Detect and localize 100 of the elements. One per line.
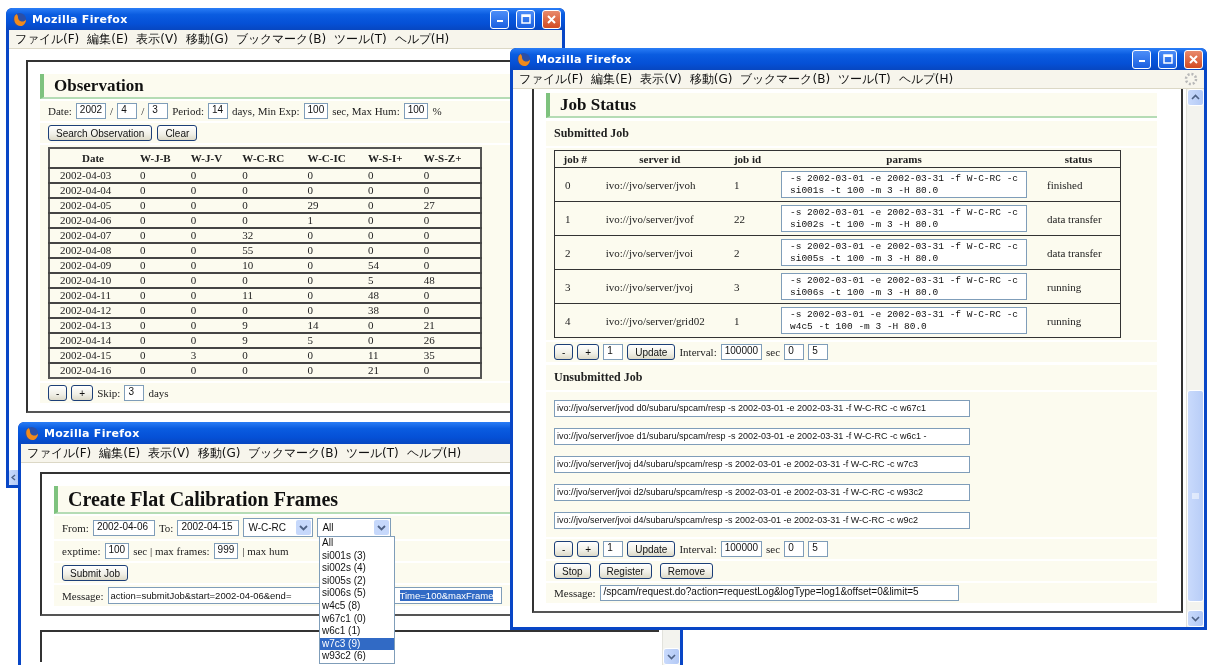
menu-item[interactable]: 編集(E) — [87, 30, 129, 48]
maximize-button[interactable] — [516, 9, 535, 29]
params-field[interactable]: -s 2002-03-01 -e 2002-03-31 -f W-C-RC -c si001s -t 100 -m 3 -H 80.0 — [781, 171, 1027, 198]
push-button[interactable]: Remove — [659, 563, 714, 579]
scroll-down-button[interactable] — [663, 648, 680, 665]
push-button[interactable]: Register — [598, 563, 652, 579]
input-field[interactable]: 100000 — [720, 344, 763, 360]
menu-item[interactable]: ツール(T) — [838, 70, 891, 88]
scroll-up-button[interactable] — [1187, 89, 1204, 106]
select-dropdown[interactable]: W-C-RC — [243, 518, 314, 537]
menu-item[interactable]: 移動(G) — [689, 70, 733, 88]
input-field[interactable]: 999 — [213, 543, 239, 559]
push-button[interactable]: + — [71, 385, 94, 401]
table-cell: ivo://jvo/server/jvoh — [605, 178, 696, 191]
menu-item[interactable]: ファイル(F) — [519, 70, 584, 88]
push-button[interactable]: Search Observation — [48, 125, 153, 141]
menu-item[interactable]: 編集(E) — [591, 70, 633, 88]
input-field[interactable]: 3 — [148, 103, 169, 119]
menu-item[interactable]: 表示(V) — [148, 444, 190, 462]
menu-item[interactable]: ヘルプ(H) — [394, 30, 450, 48]
table-cell: 1 — [303, 213, 364, 228]
push-button[interactable]: + — [577, 344, 600, 360]
dropdown-option[interactable]: All — [320, 537, 394, 550]
push-button[interactable]: Update — [627, 344, 676, 360]
job-command-field[interactable]: ivo://jvo/server/jvoi d4/subaru/spcam/resp -s 2002-03-01 -e 2002-03-31 -f W-C-RC -c w9c2 — [554, 512, 970, 529]
params-field[interactable]: -s 2002-03-01 -e 2002-03-31 -f W-C-RC -c w4c5 -t 100 -m 3 -H 80.0 — [781, 307, 1027, 334]
dropdown-option[interactable]: w93c2 (6) — [320, 650, 394, 663]
table-cell: 0 — [419, 168, 481, 183]
table-cell: 0 — [364, 243, 420, 258]
input-field[interactable]: 1 — [603, 541, 624, 557]
minimize-button[interactable] — [490, 9, 509, 29]
dropdown-option[interactable]: si005s (2) — [320, 574, 394, 588]
menu-item[interactable]: ヘルプ(H) — [898, 70, 954, 88]
table-cell: 0 — [364, 333, 420, 348]
close-button[interactable] — [1184, 49, 1203, 69]
select-dropdown[interactable]: All — [317, 518, 392, 537]
push-button[interactable]: Submit Job — [62, 565, 129, 581]
close-button[interactable] — [542, 9, 561, 29]
input-field[interactable]: 2002-04-06 — [92, 519, 155, 536]
table-cell: 0 — [303, 288, 364, 303]
input-field[interactable]: 2002 — [75, 103, 107, 119]
menu-item[interactable]: ブックマーク(B) — [236, 30, 327, 48]
menu-item[interactable]: 移動(G) — [197, 444, 241, 462]
input-field[interactable]: 3 — [124, 385, 145, 401]
table-cell: 0 — [186, 243, 239, 258]
input-field[interactable]: /spcam/request.do?action=requestLog&logType=log1&offset=0&limit=5 — [599, 585, 959, 601]
menu-item[interactable]: ファイル(F) — [15, 30, 80, 48]
input-field[interactable]: 100000 — [720, 541, 763, 557]
table-cell: 5 — [303, 333, 364, 348]
params-field[interactable]: -s 2002-03-01 -e 2002-03-31 -f W-C-RC -c si002s -t 100 -m 3 -H 80.0 — [781, 205, 1027, 232]
menu-item[interactable]: 表示(V) — [640, 70, 682, 88]
input-field[interactable]: 100 — [104, 543, 130, 559]
dropdown-option[interactable]: w7c3 (9) — [320, 637, 394, 651]
dropdown-option[interactable]: si006s (5) — [320, 587, 394, 600]
job-command-field[interactable]: ivo://jvo/server/jvoe d1/subaru/spcam/resp -s 2002-03-01 -e 2002-03-31 -f W-C-RC -c w6c1 - — [554, 428, 970, 445]
menu-item[interactable]: 移動(G) — [185, 30, 229, 48]
input-field[interactable]: 5 — [808, 344, 829, 360]
menu-item[interactable]: ツール(T) — [346, 444, 399, 462]
input-field[interactable]: 14 — [208, 103, 228, 119]
maximize-button[interactable] — [1158, 49, 1177, 69]
table-cell: 2002-04-14 — [49, 333, 136, 348]
dropdown-option[interactable]: si002s (4) — [320, 562, 394, 575]
dropdown-option[interactable]: si001s (3) — [320, 549, 394, 563]
column-header: W-S-I+ — [364, 148, 420, 168]
push-button[interactable]: Clear — [157, 125, 198, 141]
params-field[interactable]: -s 2002-03-01 -e 2002-03-31 -f W-C-RC -c si005s -t 100 -m 3 -H 80.0 — [781, 239, 1027, 266]
push-button[interactable]: - — [554, 344, 574, 360]
push-button[interactable]: - — [554, 541, 574, 557]
scrollbar-thumb[interactable] — [1187, 390, 1204, 602]
input-field[interactable]: 100 — [403, 103, 429, 119]
push-button[interactable]: Update — [627, 541, 676, 557]
job-command-field[interactable]: ivo://jvo/server/jvoi d2/subaru/spcam/resp -s 2002-03-01 -e 2002-03-31 -f W-C-RC -c w93c2 — [554, 484, 970, 501]
input-field[interactable]: 0 — [784, 344, 805, 360]
input-field[interactable]: 1 — [603, 344, 624, 360]
dropdown-option[interactable]: w67c1 (0) — [320, 612, 394, 626]
input-field[interactable]: 100 — [303, 103, 329, 119]
input-field[interactable]: 0 — [784, 541, 805, 557]
menu-item[interactable]: ヘルプ(H) — [406, 444, 462, 462]
menu-item[interactable]: ブックマーク(B) — [740, 70, 831, 88]
dropdown-option[interactable]: w6c1 (1) — [320, 625, 394, 638]
menu-item[interactable]: ツール(T) — [334, 30, 387, 48]
menu-item[interactable]: 編集(E) — [99, 444, 141, 462]
table-cell: 2002-04-04 — [49, 183, 136, 198]
job-command-field[interactable]: ivo://jvo/server/jvoj d4/subaru/spcam/resp -s 2002-03-01 -e 2002-03-31 -f W-C-RC -c w7c3 — [554, 456, 970, 473]
push-button[interactable]: Stop — [554, 563, 591, 579]
scroll-down-button[interactable] — [1187, 610, 1204, 627]
job-command-field[interactable]: ivo://jvo/server/jvod d0/subaru/spcam/resp -s 2002-03-01 -e 2002-03-31 -f W-C-RC -c w67c1 — [554, 400, 970, 417]
menu-item[interactable]: ブックマーク(B) — [248, 444, 339, 462]
table-cell: 2002-04-05 — [49, 198, 136, 213]
menu-item[interactable]: ファイル(F) — [27, 444, 92, 462]
input-field[interactable]: 5 — [808, 541, 829, 557]
params-field[interactable]: -s 2002-03-01 -e 2002-03-31 -f W-C-RC -c si006s -t 100 -m 3 -H 80.0 — [781, 273, 1027, 300]
input-field[interactable]: 2002-04-15 — [177, 519, 240, 536]
minimize-button[interactable] — [1132, 49, 1151, 69]
menu-item[interactable]: 表示(V) — [136, 30, 178, 48]
scroll-left-button[interactable] — [9, 470, 18, 485]
table-cell: 0 — [135, 273, 187, 288]
push-button[interactable]: - — [48, 385, 68, 401]
input-field[interactable]: 4 — [117, 103, 138, 119]
push-button[interactable]: + — [577, 541, 600, 557]
